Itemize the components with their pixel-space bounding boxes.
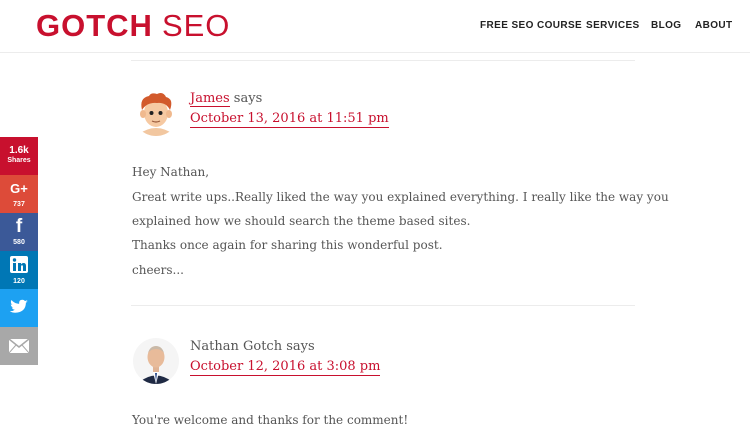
says-label: says — [233, 91, 263, 106]
logo-light-text: SEO — [161, 8, 231, 43]
google-plus-icon: G+ — [10, 181, 28, 196]
share-count: 1.6k — [9, 145, 29, 156]
share-count-label: Shares — [7, 157, 31, 164]
comment-text-line: You're welcome and thanks for the commen… — [132, 413, 409, 427]
nav-blog[interactable]: BLOG — [651, 20, 682, 31]
comment-text-line: explained how we should search the theme… — [132, 214, 471, 228]
comment-divider — [131, 60, 635, 61]
comment-date-link[interactable]: October 13, 2016 at 11:51 pm — [190, 111, 389, 128]
nav-services[interactable]: SERVICES — [586, 20, 640, 31]
comment-text-line: Thanks once again for sharing this wonde… — [132, 238, 443, 252]
comment-author-line: James says — [190, 91, 262, 107]
site-logo[interactable]: GOTCH SEO — [36, 8, 230, 44]
comment-text-line: cheers... — [132, 263, 184, 277]
linkedin-count: 120 — [13, 278, 25, 285]
linkedin-icon — [10, 256, 28, 273]
comment-divider — [131, 305, 635, 306]
email-share-button[interactable] — [0, 327, 38, 365]
site-header: GOTCH SEO FREE SEO COURSE SERVICES BLOG A… — [0, 0, 750, 53]
envelope-icon — [8, 338, 30, 354]
comment-author-name: Nathan Gotch — [190, 339, 283, 354]
twitter-bird-icon — [9, 299, 29, 317]
twitter-share-button[interactable] — [0, 289, 38, 327]
google-plus-count: 737 — [13, 201, 25, 208]
facebook-count: 580 — [13, 239, 25, 246]
nav-about[interactable]: ABOUT — [695, 20, 733, 31]
comment-author-link[interactable]: James — [190, 91, 230, 107]
nav-free-seo-course[interactable]: FREE SEO COURSE — [480, 20, 582, 31]
says-label: says — [286, 339, 315, 354]
comment-text-line: Hey Nathan, — [132, 165, 210, 179]
comment-text-line: Great write ups..Really liked the way yo… — [132, 190, 669, 204]
google-plus-share-button[interactable]: G+ 737 — [0, 175, 38, 213]
avatar-nathan-gotch — [133, 338, 179, 384]
logo-bold-text: GOTCH — [36, 8, 153, 43]
comment-date-link[interactable]: October 12, 2016 at 3:08 pm — [190, 359, 381, 376]
comment-author-line: Nathan Gotch says — [190, 339, 315, 355]
facebook-icon: f — [15, 216, 23, 237]
share-total: 1.6k Shares — [0, 137, 38, 175]
avatar-james — [133, 90, 179, 136]
facebook-share-button[interactable]: f 580 — [0, 213, 38, 251]
linkedin-share-button[interactable]: 120 — [0, 251, 38, 289]
